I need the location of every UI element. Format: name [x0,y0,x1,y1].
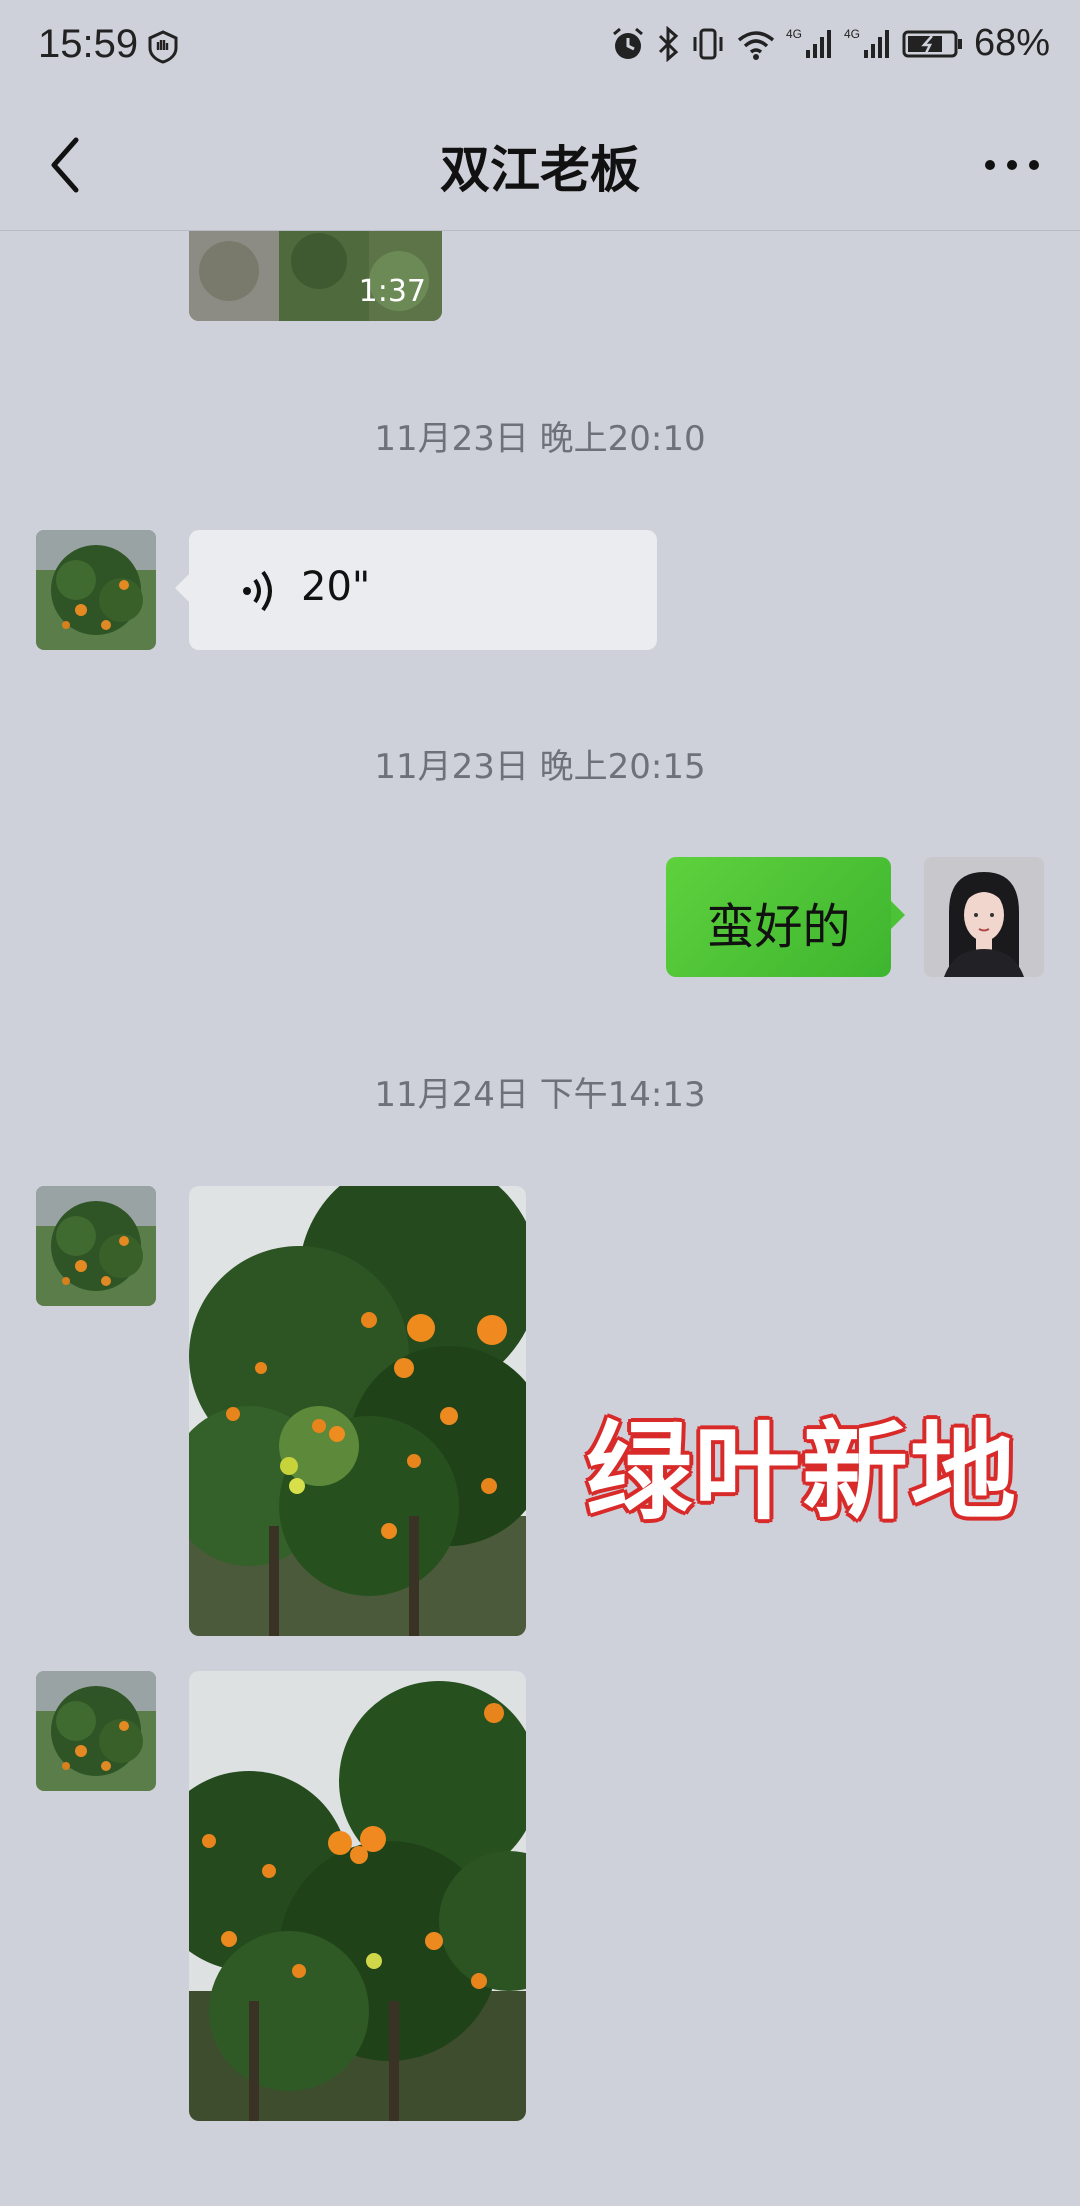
contact-avatar[interactable] [36,1186,156,1306]
battery-percent: 68% [973,22,1050,64]
contact-avatar[interactable] [36,1671,156,1791]
chat-header: 双江老板 [0,100,1080,231]
voice-wave-icon [243,570,272,612]
orange-orchard-photo [189,1671,526,2121]
hand-shield-icon [148,30,178,64]
chat-message-list[interactable]: 1:37 11月23日 晚上20:10 20" 11月23日 晚上20:15 蛮… [0,231,1080,2206]
wifi-icon [737,30,775,60]
video-message[interactable]: 1:37 [189,231,442,321]
timestamp: 11月23日 晚上20:10 [374,419,706,459]
svg-text:4G: 4G [844,27,860,41]
image-message[interactable] [189,1186,526,1636]
timestamp: 11月23日 晚上20:15 [374,747,706,787]
my-text-message[interactable]: 蛮好的 [666,857,905,977]
status-bar: 15:59 4G 4G 68% [0,0,1080,100]
battery-icon [902,30,962,57]
vibrate-icon [693,28,723,59]
status-time: 15:59 [38,22,139,66]
orange-tree-photo [189,1186,526,1636]
more-options-icon[interactable] [980,145,1044,185]
voice-duration: 20" [301,564,371,610]
contact-avatar[interactable] [36,530,156,650]
signal-4g-icon: 4G [786,27,831,58]
video-duration: 1:37 [358,274,426,309]
bluetooth-icon [658,25,679,62]
status-icons: 4G 4G 68% [610,22,1050,65]
timestamp: 11月24日 下午14:13 [374,1075,706,1115]
message-text: 蛮好的 [706,899,851,955]
chat-title: 双江老板 [440,141,640,199]
voice-message[interactable]: 20" [175,530,657,650]
watermark-text: 绿叶新地 [586,1411,1018,1534]
image-message[interactable] [189,1671,526,2121]
alarm-icon [612,27,643,59]
signal-4g-icon-2: 4G [844,27,889,58]
svg-text:4G: 4G [786,27,802,41]
my-avatar[interactable] [924,857,1044,977]
